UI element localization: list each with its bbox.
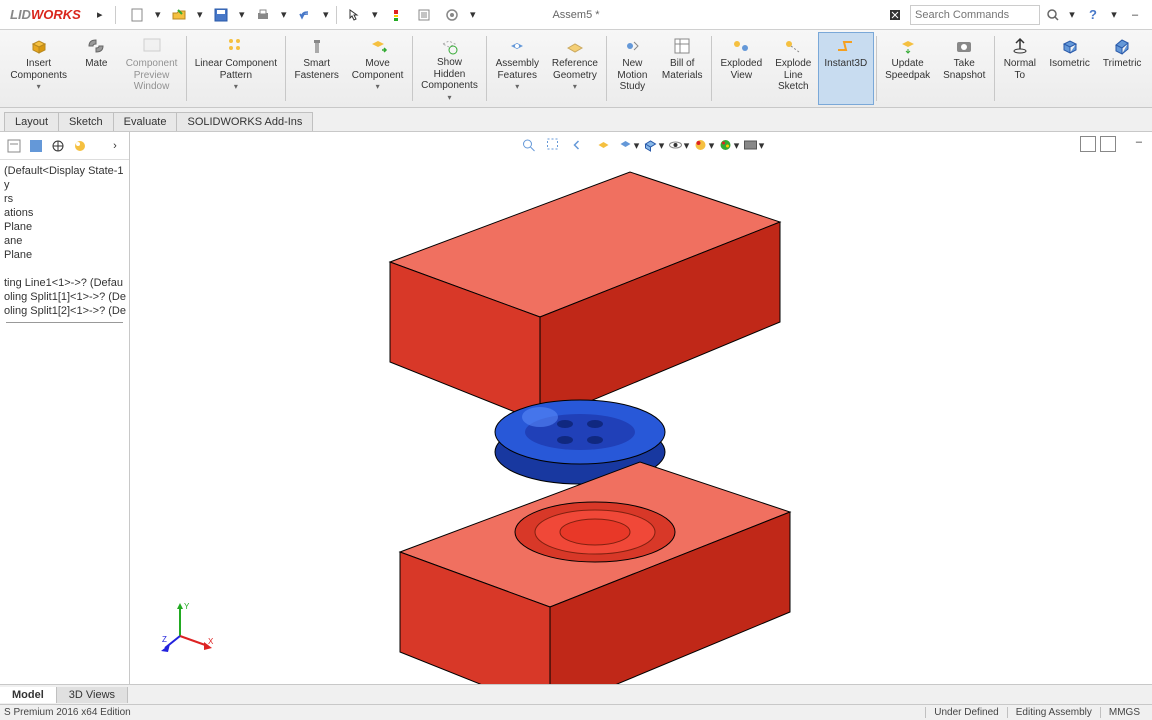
status-edition: S Premium 2016 x64 Edition <box>4 707 131 718</box>
insert-components-button[interactable]: Insert Components▾ <box>4 32 73 105</box>
reference-geometry-button[interactable]: Reference Geometry▾ <box>545 32 604 105</box>
model-tab[interactable]: Model <box>0 687 57 703</box>
search-dropdown[interactable]: ▾ <box>1066 3 1078 27</box>
graphics-viewport[interactable]: ▾ ▾ ▾ ▾ ▾ ▾ – <box>130 132 1152 686</box>
feature-manager-panel: › (Default<Display State-1 y rs ations P… <box>0 132 130 686</box>
save-button[interactable] <box>208 3 234 27</box>
update-speedpak-button[interactable]: Update Speedpak <box>879 32 937 105</box>
tab-addins[interactable]: SOLIDWORKS Add-Ins <box>176 112 313 131</box>
assembly-features-button[interactable]: Assembly Features▾ <box>489 32 545 105</box>
tab-sketch[interactable]: Sketch <box>58 112 114 131</box>
options-button[interactable] <box>411 3 437 27</box>
select-dropdown[interactable]: ▾ <box>369 3 381 27</box>
new-file-button[interactable] <box>124 3 150 27</box>
hide-show-icon[interactable]: ▾ <box>667 134 691 156</box>
smart-fasteners-button[interactable]: Smart Fasteners <box>288 32 345 105</box>
display-style-icon[interactable]: ▾ <box>642 134 666 156</box>
minimize-button[interactable]: – <box>1122 3 1148 27</box>
tree-item[interactable]: ting Line1<1>->? (Defau <box>0 276 129 290</box>
svg-text:X: X <box>208 637 214 646</box>
feature-tree: (Default<Display State-1 y rs ations Pla… <box>0 160 129 331</box>
mate-button[interactable]: Mate <box>73 32 119 105</box>
explode-line-sketch-button[interactable]: Explode Line Sketch <box>769 32 818 105</box>
tree-item[interactable]: oling Split1[2]<1>->? (De <box>0 304 129 318</box>
app-logo: LIDWORKS <box>4 7 87 22</box>
zoom-area-icon[interactable] <box>542 134 566 156</box>
tree-item[interactable]: ations <box>0 206 129 220</box>
tree-item[interactable]: rs <box>0 192 129 206</box>
property-manager-tab[interactable] <box>26 136 46 156</box>
settings-button[interactable] <box>439 3 465 27</box>
config-manager-tab[interactable] <box>48 136 68 156</box>
motion-study-tabs: Model 3D Views <box>0 684 1152 704</box>
instant3d-button[interactable]: Instant3D <box>818 32 874 105</box>
exploded-view-button[interactable]: Exploded View <box>714 32 769 105</box>
normal-to-button[interactable]: Normal To <box>997 32 1043 105</box>
undo-button[interactable] <box>292 3 318 27</box>
previous-view-icon[interactable] <box>567 134 591 156</box>
open-dropdown[interactable]: ▾ <box>194 3 206 27</box>
tree-item[interactable]: Plane <box>0 248 129 262</box>
select-button[interactable] <box>341 3 367 27</box>
settings-dropdown[interactable]: ▾ <box>467 3 479 27</box>
rebuild-button[interactable] <box>383 3 409 27</box>
title-bar: LIDWORKS ▸ ▾ ▾ ▾ ▾ ▾ ▾ ▾ Assem5 * ▾ ? ▾ … <box>0 0 1152 30</box>
tree-item[interactable]: y <box>0 178 129 192</box>
status-bar: S Premium 2016 x64 Edition Under Defined… <box>0 704 1152 720</box>
model-render <box>130 132 1152 686</box>
new-dropdown[interactable]: ▾ <box>152 3 164 27</box>
apply-scene-icon[interactable]: ▾ <box>717 134 741 156</box>
save-dropdown[interactable]: ▾ <box>236 3 248 27</box>
display-manager-tab[interactable] <box>70 136 90 156</box>
component-preview-button: Component Preview Window <box>119 32 183 105</box>
print-dropdown[interactable]: ▾ <box>278 3 290 27</box>
tab-evaluate[interactable]: Evaluate <box>113 112 178 131</box>
trimetric-button[interactable]: Trimetric <box>1096 32 1148 105</box>
help-dropdown[interactable]: ▾ <box>1108 3 1120 27</box>
open-file-button[interactable] <box>166 3 192 27</box>
quick-access-toolbar: ▾ ▾ ▾ ▾ ▾ ▾ ▾ <box>124 3 479 27</box>
status-units[interactable]: MMGS <box>1100 707 1148 718</box>
side-tabs-expand[interactable]: › <box>105 136 125 156</box>
search-button[interactable] <box>1042 5 1064 25</box>
svg-text:Z: Z <box>162 635 167 644</box>
heads-up-view-toolbar: ▾ ▾ ▾ ▾ ▾ ▾ <box>517 134 766 156</box>
logo-dropdown[interactable]: ▸ <box>87 3 113 27</box>
isometric-button[interactable]: Isometric <box>1043 32 1097 105</box>
new-motion-study-button[interactable]: New Motion Study <box>609 32 655 105</box>
tree-item[interactable]: (Default<Display State-1 <box>0 164 129 178</box>
svg-text:Y: Y <box>184 602 190 611</box>
undo-dropdown[interactable]: ▾ <box>320 3 332 27</box>
move-component-button[interactable]: Move Component▾ <box>345 32 409 105</box>
view-orientation-icon[interactable]: ▾ <box>617 134 641 156</box>
status-defined: Under Defined <box>925 707 1006 718</box>
tab-layout[interactable]: Layout <box>4 112 59 131</box>
status-editing: Editing Assembly <box>1007 707 1100 718</box>
search-icon-left[interactable] <box>882 3 908 27</box>
tree-item[interactable]: ane <box>0 234 129 248</box>
document-title: Assem5 * <box>552 9 599 21</box>
section-view-icon[interactable] <box>592 134 616 156</box>
3d-views-tab[interactable]: 3D Views <box>57 687 128 703</box>
search-commands-input[interactable] <box>910 5 1040 25</box>
print-button[interactable] <box>250 3 276 27</box>
linear-pattern-button[interactable]: Linear Component Pattern▾ <box>189 32 283 105</box>
coordinate-triad-icon: Y X Z <box>160 596 220 656</box>
tree-item[interactable]: oling Split1[1]<1>->? (De <box>0 290 129 304</box>
help-button[interactable]: ? <box>1080 3 1106 27</box>
edit-appearance-icon[interactable]: ▾ <box>692 134 716 156</box>
show-hidden-button[interactable]: Show Hidden Components▾ <box>415 32 484 105</box>
ribbon: Insert Components▾ Mate Component Previe… <box>0 30 1152 108</box>
bom-button[interactable]: Bill of Materials <box>655 32 709 105</box>
zoom-fit-icon[interactable] <box>517 134 541 156</box>
feature-tree-tab[interactable] <box>4 136 24 156</box>
take-snapshot-button[interactable]: Take Snapshot <box>937 32 992 105</box>
tree-item[interactable]: Plane <box>0 220 129 234</box>
command-manager-tabs: Layout Sketch Evaluate SOLIDWORKS Add-In… <box>0 108 1152 132</box>
view-settings-icon[interactable]: ▾ <box>742 134 766 156</box>
